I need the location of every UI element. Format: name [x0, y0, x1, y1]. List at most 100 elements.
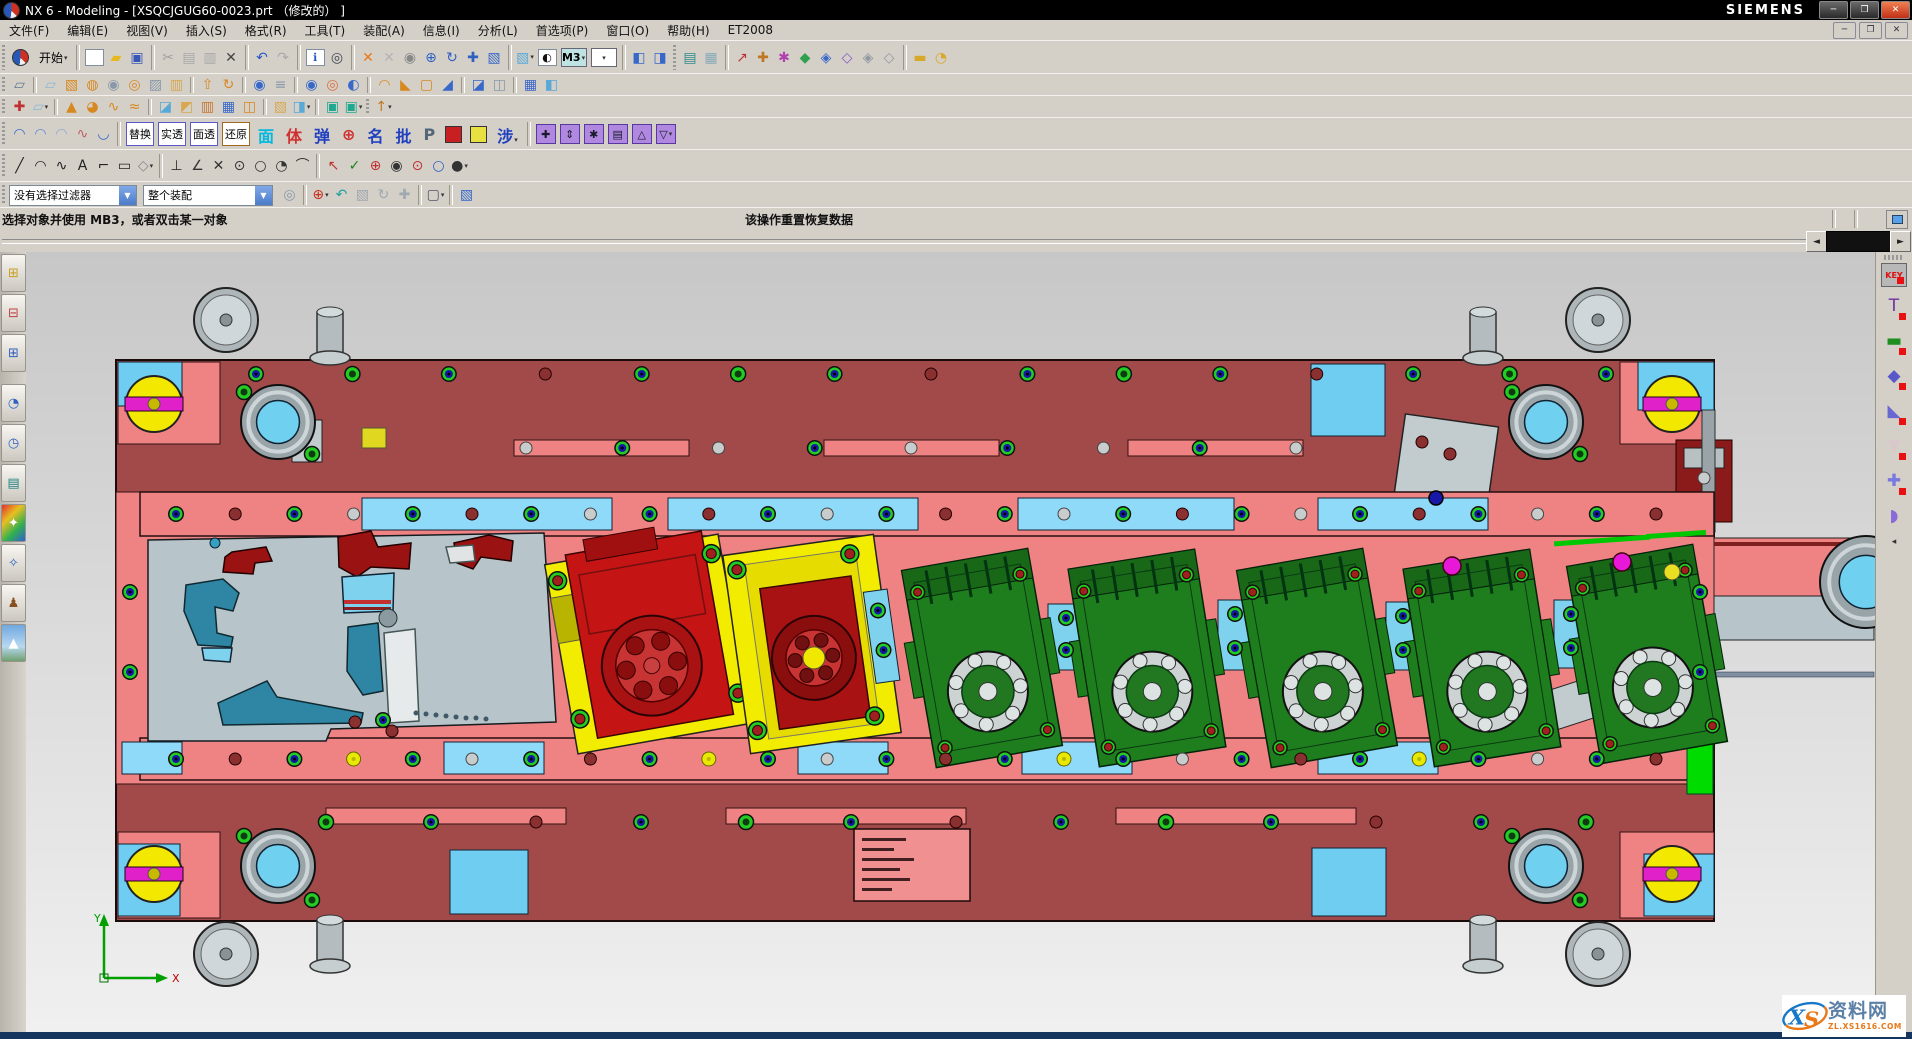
delete-button[interactable]: ✕	[221, 48, 242, 68]
menu-view[interactable]: 视图(V)	[117, 20, 177, 41]
render-style-button[interactable]: ◐	[538, 49, 557, 66]
bridge-button[interactable]: ▦	[218, 97, 239, 117]
information-button[interactable]: ℹ	[306, 49, 325, 66]
cube-violet-button[interactable]: ◇	[837, 48, 858, 68]
menu-insert[interactable]: 插入(S)	[177, 20, 236, 41]
cut-button[interactable]: ✂	[158, 48, 179, 68]
menu-format[interactable]: 格式(R)	[236, 20, 296, 41]
hole-wizard-button[interactable]: ◉	[249, 75, 270, 95]
menu-file[interactable]: 文件(F)	[0, 20, 58, 41]
plane-button[interactable]: ▱▾	[30, 97, 51, 117]
menu-information[interactable]: 信息(I)	[414, 20, 469, 41]
orient-csys-button[interactable]: ✚	[753, 48, 774, 68]
snap-check-button[interactable]: ✓	[344, 156, 365, 176]
m3-view-button[interactable]: M3▾	[561, 48, 587, 67]
yellow-cube-button[interactable]	[470, 126, 487, 143]
instance-geometry-button[interactable]: ▣	[322, 97, 343, 117]
new-file-button[interactable]	[85, 49, 104, 66]
tab-reuse-library[interactable]: ◔	[1, 384, 26, 422]
snap-center-button[interactable]: ◉	[386, 156, 407, 176]
thread-button[interactable]: ≡	[270, 75, 291, 95]
shell-button[interactable]: ▢	[416, 75, 437, 95]
sketch-text-button[interactable]: A	[72, 156, 93, 176]
menu-help[interactable]: 帮助(H)	[658, 20, 718, 41]
datum-plane-button[interactable]: ▱	[40, 75, 61, 95]
freeform-button[interactable]: ∿	[72, 124, 93, 144]
constraint-perpendicular-button[interactable]: ⊥	[166, 156, 187, 176]
red-cube-button[interactable]	[445, 126, 462, 143]
trim-body-button[interactable]: ◪	[468, 75, 489, 95]
boss-button[interactable]: ◎	[124, 75, 145, 95]
child-close-button[interactable]: ✕	[1885, 22, 1908, 39]
chamfer-button[interactable]: ◣	[395, 75, 416, 95]
dock-die-insert-tool[interactable]: ▬	[1880, 325, 1908, 357]
shaded-cube-button[interactable]: ▧	[456, 185, 477, 205]
pan-button[interactable]: ✚	[463, 48, 484, 68]
menu-tools[interactable]: 工具(T)	[296, 20, 355, 41]
find-component-button[interactable]: ◎	[279, 185, 300, 205]
dock-clamp-tool[interactable]: ◗	[1880, 500, 1908, 532]
selection-circle-button[interactable]: ◉	[400, 48, 421, 68]
cube-blue-button[interactable]: ◈	[816, 48, 837, 68]
constraint-arc-button[interactable]: ⌒	[292, 156, 313, 176]
close-button[interactable]: ✕	[1881, 1, 1910, 19]
menu-window[interactable]: 窗口(O)	[597, 20, 658, 41]
tab-constraint-navigator[interactable]: ⊟	[1, 294, 26, 332]
promote-body-button[interactable]: ▣▾	[343, 97, 364, 117]
palette-button[interactable]: ✱	[774, 48, 795, 68]
mirror-button[interactable]: ◧	[541, 75, 562, 95]
selection-scope-combo[interactable]: 整个装配 ▼	[143, 185, 273, 206]
constraint-delete-button[interactable]: ✕	[208, 156, 229, 176]
tab-assembly-navigator[interactable]: ⊞	[1, 254, 26, 292]
menu-analysis[interactable]: 分析(L)	[469, 20, 527, 41]
pattern-button[interactable]: ▦	[520, 75, 541, 95]
tab-history[interactable]: ◷	[1, 424, 26, 462]
snap-target-button[interactable]: ⊕	[365, 156, 386, 176]
sketch-button[interactable]: ▱	[9, 75, 30, 95]
n-sided-button[interactable]: ▥	[197, 97, 218, 117]
revolve-button[interactable]: ↻	[218, 75, 239, 95]
unite-button[interactable]: ◉	[301, 75, 322, 95]
swept-surface-button[interactable]: ◠	[30, 124, 51, 144]
minimize-button[interactable]: ─	[1819, 1, 1848, 19]
snap-gray-button[interactable]: ✚	[394, 185, 415, 205]
swept-button[interactable]: ≈	[124, 97, 145, 117]
sketch-corner-button[interactable]: ⌐	[93, 156, 114, 176]
intersect-button[interactable]: ◐	[343, 75, 364, 95]
dock-collapse-button[interactable]: ◂	[1880, 535, 1908, 549]
rotate-gray-button[interactable]: ↻	[373, 185, 394, 205]
offset-surface-button[interactable]: ◨▾	[291, 97, 312, 117]
tab-palettes[interactable]: ▤	[1, 464, 26, 502]
child-minimize-button[interactable]: ─	[1833, 22, 1856, 39]
selection-scope-dropdown-icon[interactable]: ▼	[255, 186, 272, 205]
face-translucent-button[interactable]: 面透	[190, 122, 218, 146]
batch-tool-button[interactable]: 批	[389, 122, 417, 146]
down-triangle-button[interactable]: ▽▾	[656, 124, 676, 144]
reset-gray-button[interactable]: ✕	[379, 48, 400, 68]
start-menu-button[interactable]: 开始▾	[34, 48, 73, 68]
zoom-button[interactable]: ⊕	[421, 48, 442, 68]
view-orientation-button[interactable]: ▧▾	[515, 48, 536, 68]
dock-standard-parts-key[interactable]: KEY	[1881, 263, 1907, 287]
face-display-button[interactable]: 面	[252, 122, 280, 146]
spring-tool-button[interactable]: 弹	[308, 122, 336, 146]
measure-angle-button[interactable]: ◔	[931, 48, 952, 68]
sketch-line-button[interactable]: ╱	[9, 156, 30, 176]
paste-button[interactable]: ▥	[200, 48, 221, 68]
mesh-surface-button[interactable]: ◠	[51, 124, 72, 144]
block-button[interactable]: ▧	[61, 75, 82, 95]
snap-dot-button[interactable]: ●▾	[449, 156, 470, 176]
sketch-arc-button[interactable]: ◠	[30, 156, 51, 176]
layer-settings-button[interactable]: ▤	[680, 48, 701, 68]
find-button[interactable]: ◎	[327, 48, 348, 68]
edge-blend-button[interactable]: ◠	[374, 75, 395, 95]
child-restore-button[interactable]: ❐	[1859, 22, 1882, 39]
sketch-polyline-button[interactable]: ◇▾	[135, 156, 156, 176]
tab-scenery[interactable]: ▲	[1, 624, 26, 662]
split-body-button[interactable]: ◫	[489, 75, 510, 95]
datum-axis-button[interactable]: ↑▾	[373, 97, 394, 117]
snap-point-button[interactable]: ↖	[323, 156, 344, 176]
selection-filter-dropdown-icon[interactable]: ▼	[119, 186, 136, 205]
thicken-button[interactable]: ▧	[270, 97, 291, 117]
measure-distance-button[interactable]: ▬	[910, 48, 931, 68]
